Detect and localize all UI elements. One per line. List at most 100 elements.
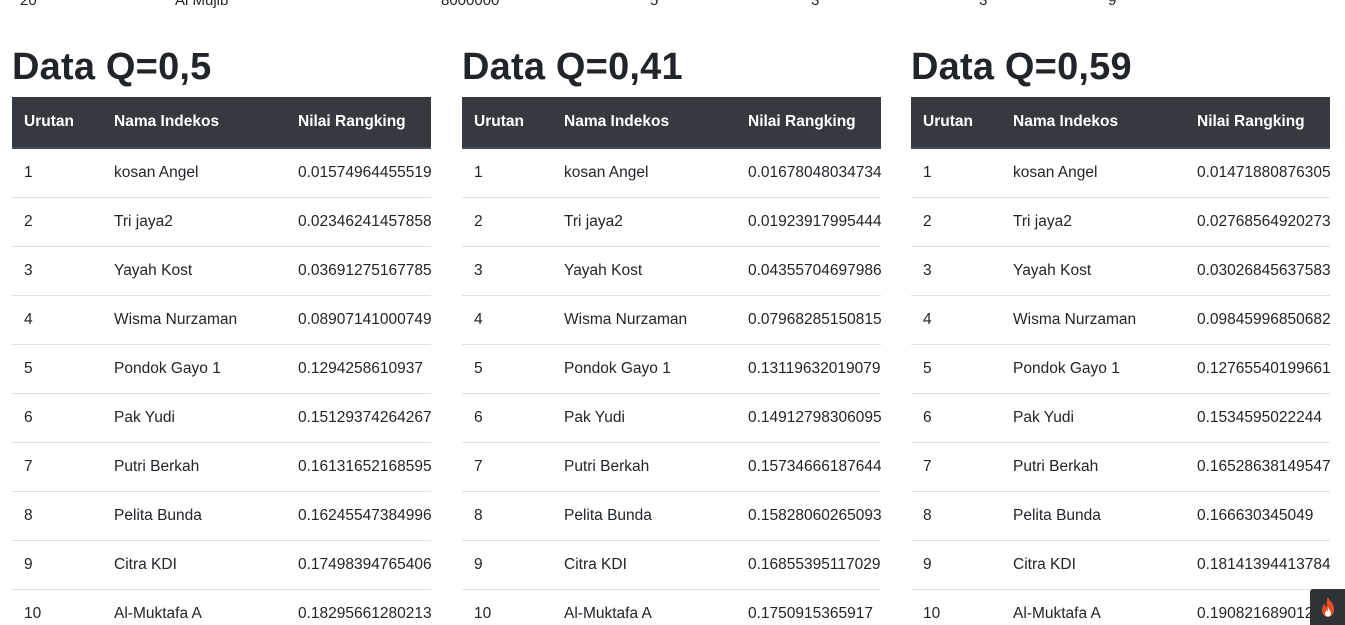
ranking-block-q05: Data Q=0,5 Urutan Nama Indekos Nilai Ran… <box>12 40 431 625</box>
table-header-row: Urutan Nama Indekos Nilai Rangking <box>911 97 1330 149</box>
debug-toolbar-button[interactable] <box>1310 589 1345 625</box>
cell-nilai-rangking: 0.15828060265093 <box>736 490 881 540</box>
table-row: 3 Yayah Kost 0.043557046979866 <box>462 245 881 295</box>
partial-row-name: Al Mujib <box>175 0 229 9</box>
cell-urutan: 7 <box>911 441 1001 491</box>
table-row: 4 Wisma Nurzaman 0.098459968506826 <box>911 294 1330 344</box>
cell-urutan: 3 <box>12 245 102 295</box>
cell-nama-indekos: Pak Yudi <box>552 392 736 442</box>
section-title: Data Q=0,59 <box>911 46 1132 88</box>
table-row: 2 Tri jaya2 0.027685649202733 <box>911 196 1330 246</box>
table-row: 8 Pelita Bunda 0.15828060265093 <box>462 490 881 540</box>
cell-nama-indekos: Wisma Nurzaman <box>552 294 736 344</box>
table-row: 8 Pelita Bunda 0.16245547384996 <box>12 490 431 540</box>
ranking-table: Urutan Nama Indekos Nilai Rangking 1 kosa… <box>462 97 881 625</box>
cell-urutan: 7 <box>12 441 102 491</box>
cell-urutan: 3 <box>911 245 1001 295</box>
cell-nama-indekos: kosan Angel <box>564 163 649 181</box>
header-urutan: Urutan <box>911 97 1001 149</box>
table-row: 6 Pak Yudi 0.14912798306095 <box>462 392 881 442</box>
cell-urutan: 10 <box>462 588 552 625</box>
cell-urutan: 4 <box>12 294 102 344</box>
cell-nama-indekos: Pondok Gayo 1 <box>1001 343 1185 393</box>
table-row: 6 Pak Yudi 0.15129374264267 <box>12 392 431 442</box>
table-row: 3 Yayah Kost 0.030268456375839 <box>911 245 1330 295</box>
cell-nilai-rangking: 0.023462414578588 <box>286 196 431 246</box>
cell-urutan: 9 <box>462 539 552 589</box>
header-nama-indekos: Nama Indekos <box>1001 97 1185 149</box>
cell-nama-indekos: Pelita Bunda <box>552 490 736 540</box>
cell-nama-indekos: Pondok Gayo 1 <box>102 343 286 393</box>
cell-nama-indekos: Wisma Nurzaman <box>102 294 286 344</box>
table-row: 7 Putri Berkah 0.15734666187644 <box>462 441 881 491</box>
cell-nama-indekos: Yayah Kost <box>552 245 736 295</box>
cell-nama-indekos: Wisma Nurzaman <box>1001 294 1185 344</box>
cell-urutan: 1 <box>923 163 932 181</box>
cell-nama-indekos: Pelita Bunda <box>102 490 286 540</box>
partial-row-v4: 9 <box>1108 0 1117 9</box>
ranking-table: Urutan Nama Indekos Nilai Rangking 1 kosa… <box>911 97 1330 625</box>
cell-urutan: 1 <box>24 163 33 181</box>
partial-row-v2: 3 <box>811 0 820 9</box>
cell-urutan: 8 <box>462 490 552 540</box>
table-row: 1 kosan Angel 0.014718808763052 <box>911 148 1330 197</box>
partial-row-price: 8000000 <box>441 0 500 9</box>
cell-urutan: 6 <box>462 392 552 442</box>
section-title: Data Q=0,41 <box>462 46 683 88</box>
table-row: 10 Al-Muktafa A 0.18295661280213 <box>12 588 431 625</box>
cell-nama-indekos: kosan Angel <box>1013 163 1098 181</box>
cell-nama-indekos: Tri jaya2 <box>1001 196 1185 246</box>
cell-nilai-rangking: 0.098459968506826 <box>1185 294 1330 344</box>
cell-nilai-rangking: 0.1294258610937 <box>286 343 431 393</box>
cell-nama-indekos: Pelita Bunda <box>1001 490 1185 540</box>
cell-nilai-rangking: 0.12765540199661 <box>1185 343 1330 393</box>
table-row: 5 Pondok Gayo 1 0.1294258610937 <box>12 343 431 393</box>
table-row: 5 Pondok Gayo 1 0.12765540199661 <box>911 343 1330 393</box>
cell-urutan: 9 <box>911 539 1001 589</box>
table-row: 9 Citra KDI 0.16855395117029 <box>462 539 881 589</box>
table-row: 2 Tri jaya2 0.023462414578588 <box>12 196 431 246</box>
cell-nilai-rangking: 0.18295661280213 <box>286 588 431 625</box>
cell-urutan: 8 <box>911 490 1001 540</box>
cell-nilai-rangking: 0.16245547384996 <box>286 490 431 540</box>
table-row: 1 kosan Angel 0.015749644555197 <box>12 148 431 197</box>
cell-nilai-rangking: 0.13119632019079 <box>736 343 881 393</box>
cell-nama-indekos: kosan Angel <box>114 163 199 181</box>
cell-nilai-rangking: 0.043557046979866 <box>736 245 881 295</box>
cell-urutan: 3 <box>462 245 552 295</box>
header-nama-indekos: Nama Indekos <box>102 97 286 149</box>
cell-nilai-rangking: 0.014718808763052 <box>1197 163 1330 181</box>
cell-nama-indekos: Al-Muktafa A <box>1001 588 1185 625</box>
table-row: 5 Pondok Gayo 1 0.13119632019079 <box>462 343 881 393</box>
table-row: 10 Al-Muktafa A 0.1750915365917 <box>462 588 881 625</box>
ranking-block-q041: Data Q=0,41 Urutan Nama Indekos Nilai Ra… <box>462 40 881 625</box>
cell-nilai-rangking: 0.1534595022244 <box>1185 392 1330 442</box>
cell-nilai-rangking: 0.16528638149547 <box>1185 441 1330 491</box>
cell-urutan: 5 <box>12 343 102 393</box>
cell-nilai-rangking: 0.036912751677852 <box>286 245 431 295</box>
cell-nama-indekos: Pak Yudi <box>102 392 286 442</box>
table-row: 10 Al-Muktafa A 0.19082168901255 <box>911 588 1330 625</box>
partial-table-row: 20 Al Mujib 8000000 5 3 3 9 <box>12 0 1332 12</box>
table-row: 7 Putri Berkah 0.16528638149547 <box>911 441 1330 491</box>
cell-urutan: 10 <box>911 588 1001 625</box>
cell-urutan: 5 <box>462 343 552 393</box>
cell-nilai-rangking: 0.16855395117029 <box>736 539 881 589</box>
flame-icon <box>1321 597 1334 617</box>
header-nilai-rangking: Nilai Rangking <box>1185 97 1330 149</box>
cell-nama-indekos: Tri jaya2 <box>552 196 736 246</box>
cell-urutan: 5 <box>911 343 1001 393</box>
cell-urutan: 4 <box>911 294 1001 344</box>
cell-nilai-rangking: 0.16131652168595 <box>286 441 431 491</box>
cell-nama-indekos: Tri jaya2 <box>102 196 286 246</box>
ranking-block-q059: Data Q=0,59 Urutan Nama Indekos Nilai Ra… <box>911 40 1330 625</box>
cell-urutan: 6 <box>12 392 102 442</box>
cell-nilai-rangking: 0.089071410007491 <box>286 294 431 344</box>
header-nilai-rangking: Nilai Rangking <box>736 97 881 149</box>
cell-nilai-rangking: 0.18141394413784 <box>1185 539 1330 589</box>
cell-urutan: 9 <box>12 539 102 589</box>
cell-nama-indekos: Putri Berkah <box>552 441 736 491</box>
cell-nilai-rangking: 0.1750915365917 <box>736 588 881 625</box>
cell-urutan: 8 <box>12 490 102 540</box>
table-row: 3 Yayah Kost 0.036912751677852 <box>12 245 431 295</box>
